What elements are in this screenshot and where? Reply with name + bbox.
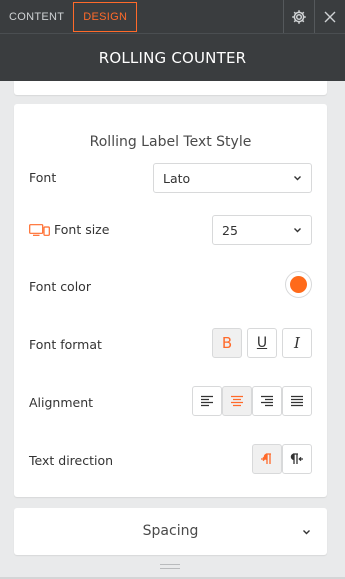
panel-title: ROLLING COUNTER <box>98 48 247 67</box>
font-select[interactable]: Lato <box>153 163 312 193</box>
align-justify-icon <box>291 395 303 407</box>
align-justify-button[interactable] <box>282 386 312 416</box>
top-bar: CONTENT DESIGN <box>0 0 345 33</box>
font-format-label: Font format <box>29 337 102 352</box>
italic-icon: I <box>294 334 300 352</box>
spacing-label: Spacing <box>142 523 199 539</box>
tab-design[interactable]: DESIGN <box>73 2 138 32</box>
previous-section-card <box>14 81 327 95</box>
font-size-select[interactable]: 25 <box>212 215 312 245</box>
underline-button[interactable]: U <box>247 328 277 358</box>
bold-button[interactable]: B <box>212 328 242 358</box>
font-select-value: Lato <box>163 170 191 186</box>
section-title: Rolling Label Text Style <box>89 134 252 150</box>
align-right-button[interactable] <box>252 386 282 416</box>
text-style-card: Rolling Label Text Style Font Lato Font … <box>14 104 327 497</box>
align-center-button[interactable] <box>222 386 252 416</box>
rtl-button[interactable] <box>282 444 312 474</box>
tab-content[interactable]: CONTENT <box>0 0 73 33</box>
panel-header: ROLLING COUNTER <box>0 33 345 81</box>
chevron-down-icon <box>294 176 301 181</box>
desktop-device-icon <box>29 224 50 236</box>
settings-button[interactable] <box>283 0 314 33</box>
ltr-button[interactable] <box>252 444 282 474</box>
chevron-down-icon <box>303 530 310 535</box>
align-center-icon <box>231 395 243 407</box>
font-size-label: Font size <box>54 222 110 237</box>
alignment-label: Alignment <box>29 395 94 410</box>
spacing-section[interactable]: Spacing <box>14 508 327 555</box>
align-right-icon <box>261 395 273 407</box>
font-size-value: 25 <box>222 222 238 238</box>
align-left-icon <box>201 395 213 407</box>
font-label: Font <box>29 170 57 185</box>
align-left-button[interactable] <box>192 386 222 416</box>
tab-design-label: DESIGN <box>83 11 128 23</box>
bold-icon: B <box>221 334 233 352</box>
font-color-picker[interactable] <box>285 271 312 298</box>
chevron-down-icon <box>294 228 301 233</box>
gear-icon <box>292 9 306 24</box>
font-color-label: Font color <box>29 279 91 294</box>
font-color-swatch <box>290 276 307 293</box>
close-icon <box>324 11 336 22</box>
tab-content-label: CONTENT <box>9 10 65 23</box>
close-button[interactable] <box>314 0 345 33</box>
text-direction-rtl-icon <box>290 453 303 464</box>
text-direction-label: Text direction <box>29 453 114 468</box>
text-direction-ltr-icon <box>261 453 271 464</box>
underline-icon: U <box>256 335 268 351</box>
italic-button[interactable]: I <box>282 328 312 358</box>
resize-handle[interactable] <box>160 564 180 569</box>
